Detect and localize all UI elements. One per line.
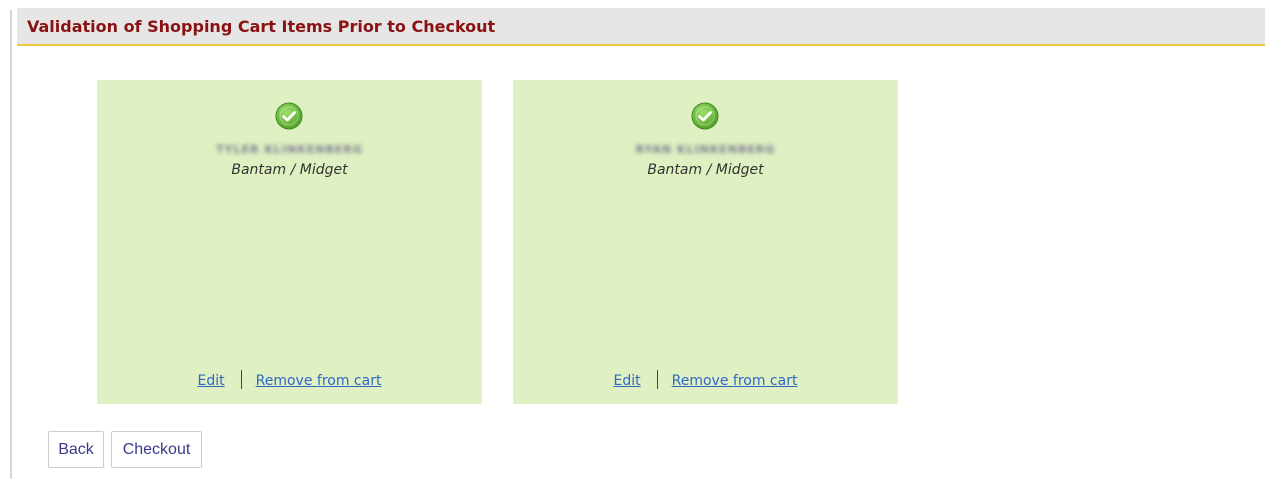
page: Validation of Shopping Cart Items Prior … — [0, 0, 1265, 479]
link-separator — [240, 370, 242, 389]
card-actions: Edit Remove from cart — [97, 370, 482, 389]
left-border — [10, 10, 12, 479]
division-label: Bantam / Midget — [231, 162, 348, 178]
cart-item-card: RYAN KLINKENBERG Bantam / Midget Edit Rem… — [513, 80, 898, 404]
check-circle-icon — [691, 102, 719, 130]
back-button[interactable]: Back — [48, 431, 104, 468]
checkout-button[interactable]: Checkout — [111, 431, 202, 468]
header-bar: Validation of Shopping Cart Items Prior … — [17, 8, 1265, 46]
edit-link[interactable]: Edit — [198, 373, 225, 389]
remove-from-cart-link[interactable]: Remove from cart — [256, 373, 382, 389]
division-label: Bantam / Midget — [647, 162, 764, 178]
link-separator — [656, 370, 658, 389]
card-actions: Edit Remove from cart — [513, 370, 898, 389]
player-name: TYLER KLINKENBERG — [216, 143, 363, 156]
player-name: RYAN KLINKENBERG — [635, 143, 776, 156]
page-title: Validation of Shopping Cart Items Prior … — [27, 17, 496, 36]
check-circle-icon — [275, 102, 303, 130]
remove-from-cart-link[interactable]: Remove from cart — [672, 373, 798, 389]
cart-item-card: TYLER KLINKENBERG Bantam / Midget Edit Re… — [97, 80, 482, 404]
edit-link[interactable]: Edit — [614, 373, 641, 389]
